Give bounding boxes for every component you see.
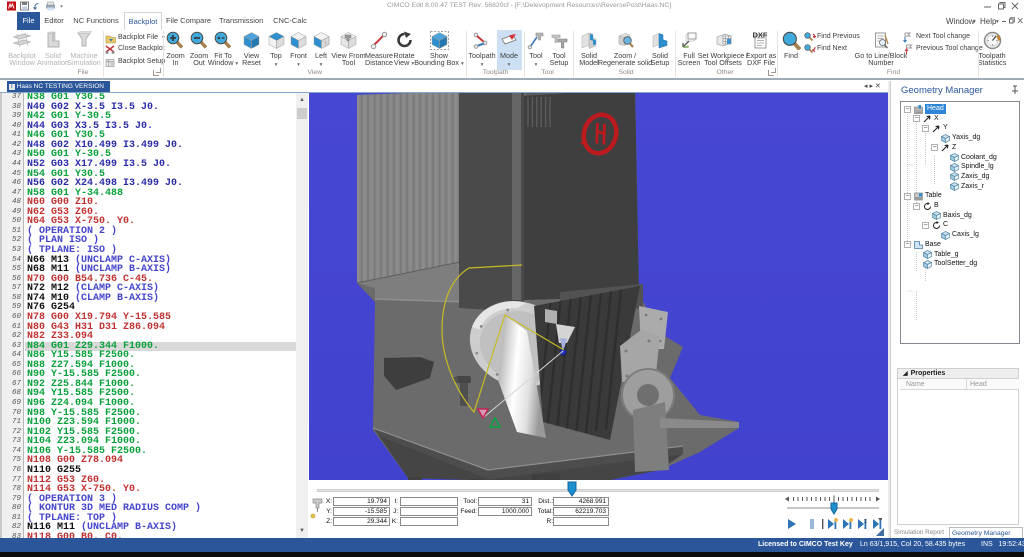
- svg-text:DXF: DXF: [752, 31, 767, 40]
- svg-text:z: z: [864, 519, 867, 525]
